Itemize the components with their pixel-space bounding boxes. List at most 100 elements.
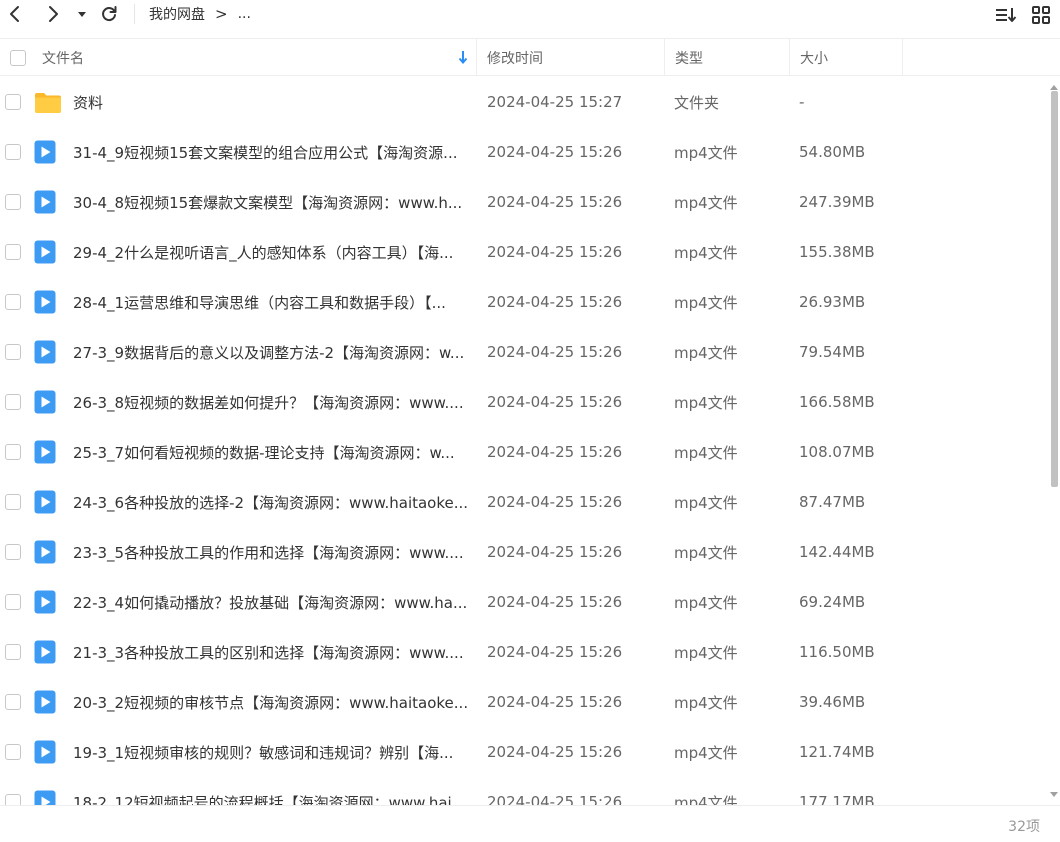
row-checkbox-cell [5,677,21,727]
row-checkbox[interactable] [5,294,21,310]
file-row[interactable]: 25-3_7如何看短视频的数据-理论支持【海淘资源网：w... 2024-04-2… [0,427,1048,477]
row-checkbox-cell [5,527,21,577]
column-header-size-label: 大小 [800,50,828,67]
back-button[interactable] [4,3,26,25]
breadcrumb-more[interactable]: ... [238,6,251,22]
view-mode-button[interactable] [1030,4,1052,26]
file-row[interactable]: 27-3_9数据背后的意义以及调整方法-2【海淘资源网：w... 2024-04-… [0,327,1048,377]
header-select-all-cell [0,39,36,76]
video-file-icon [34,640,56,664]
file-row[interactable]: 18-2_12短视频起号的流程概括【海淘资源网：www.hai... 2024-0… [0,777,1048,805]
file-name[interactable]: 19-3_1短视频审核的规则？敏感词和违规词？辨别【海... [73,727,468,777]
file-modified-time: 2024-04-25 15:26 [487,543,623,561]
sort-button[interactable] [994,4,1018,26]
row-checkbox-cell [5,477,21,527]
file-modified-time: 2024-04-25 15:26 [487,243,623,261]
file-name[interactable]: 22-3_4如何撬动播放？投放基础【海淘资源网：www.ha... [73,577,468,627]
video-file-icon [34,440,56,464]
row-checkbox[interactable] [5,744,21,760]
file-name[interactable]: 资料 [73,77,468,127]
row-checkbox[interactable] [5,644,21,660]
file-icon-cell [34,477,62,527]
file-size: 26.93MB [799,293,866,311]
row-checkbox[interactable] [5,544,21,560]
file-name[interactable]: 21-3_3各种投放工具的区别和选择【海淘资源网：www.... [73,627,468,677]
status-bar: 32项 [0,805,1060,842]
file-row[interactable]: 23-3_5各种投放工具的作用和选择【海淘资源网：www.... 2024-04-… [0,527,1048,577]
scroll-down-arrow-icon[interactable] [1050,791,1058,799]
file-type: mp4文件 [674,443,738,462]
file-name[interactable]: 30-4_8短视频15套爆款文案模型【海淘资源网：www.h... [73,177,468,227]
video-file-icon [34,740,56,764]
row-checkbox-cell [5,327,21,377]
scrollbar-thumb[interactable] [1051,91,1058,487]
file-size: 79.54MB [799,343,866,361]
row-checkbox[interactable] [5,194,21,210]
file-name[interactable]: 18-2_12短视频起号的流程概括【海淘资源网：www.hai... [73,777,468,806]
refresh-button[interactable] [98,3,120,25]
file-icon-cell [34,177,62,227]
breadcrumb: 我的网盘 > ... [149,4,251,24]
row-checkbox[interactable] [5,244,21,260]
row-checkbox[interactable] [5,394,21,410]
file-type: mp4文件 [674,543,738,562]
file-row[interactable]: 30-4_8短视频15套爆款文案模型【海淘资源网：www.h... 2024-04… [0,177,1048,227]
file-name[interactable]: 25-3_7如何看短视频的数据-理论支持【海淘资源网：w... [73,427,468,477]
file-modified-time: 2024-04-25 15:26 [487,693,623,711]
column-header-name-label: 文件名 [42,50,84,67]
select-all-checkbox[interactable] [10,49,26,66]
vertical-scrollbar[interactable] [1048,77,1060,805]
breadcrumb-root[interactable]: 我的网盘 [149,4,205,24]
sort-down-icon [458,51,468,64]
file-modified-time: 2024-04-25 15:26 [487,793,623,805]
row-checkbox[interactable] [5,444,21,460]
file-name[interactable]: 23-3_5各种投放工具的作用和选择【海淘资源网：www.... [73,527,468,577]
file-icon-cell [34,377,62,427]
file-row[interactable]: 22-3_4如何撬动播放？投放基础【海淘资源网：www.ha... 2024-04… [0,577,1048,627]
column-header-type[interactable]: 类型 [664,39,789,76]
row-checkbox[interactable] [5,344,21,360]
file-row[interactable]: 24-3_6各种投放的选择-2【海淘资源网：www.haitaoke... 202… [0,477,1048,527]
file-row[interactable]: 26-3_8短视频的数据差如何提升？【海淘资源网：www.... 2024-04-… [0,377,1048,427]
file-type: mp4文件 [674,793,738,806]
row-checkbox[interactable] [5,794,21,805]
file-name[interactable]: 31-4_9短视频15套文案模型的组合应用公式【海淘资源... [73,127,468,177]
file-row[interactable]: 28-4_1运营思维和导演思维（内容工具和数据手段）【... 2024-04-25… [0,277,1048,327]
column-header-size[interactable]: 大小 [789,39,902,76]
file-name[interactable]: 29-4_2什么是视听语言_人的感知体系（内容工具）【海... [73,227,468,277]
item-count: 32项 [1008,819,1040,835]
file-size: 177.17MB [799,793,875,805]
row-checkbox[interactable] [5,494,21,510]
file-row[interactable]: 29-4_2什么是视听语言_人的感知体系（内容工具）【海... 2024-04-2… [0,227,1048,277]
file-name[interactable]: 26-3_8短视频的数据差如何提升？【海淘资源网：www.... [73,377,468,427]
row-checkbox[interactable] [5,594,21,610]
file-modified-time: 2024-04-25 15:26 [487,343,623,361]
column-header-time[interactable]: 修改时间 [476,39,664,76]
file-name[interactable]: 20-3_2短视频的审核节点【海淘资源网：www.haitaoke... [73,677,468,727]
file-name[interactable]: 27-3_9数据背后的意义以及调整方法-2【海淘资源网：w... [73,327,468,377]
video-file-icon [34,140,56,164]
file-row[interactable]: 19-3_1短视频审核的规则？敏感词和违规词？辨别【海... 2024-04-25… [0,727,1048,777]
file-type: mp4文件 [674,393,738,412]
column-header-name[interactable]: 文件名 [36,39,476,76]
forward-button[interactable] [42,3,64,25]
file-row[interactable]: 资料 2024-04-25 15:27 文件夹 - [0,77,1048,127]
file-type: mp4文件 [674,743,738,762]
breadcrumb-separator: > [215,5,228,23]
file-name[interactable]: 24-3_6各种投放的选择-2【海淘资源网：www.haitaoke... [73,477,468,527]
row-checkbox-cell [5,377,21,427]
file-row[interactable]: 31-4_9短视频15套文案模型的组合应用公式【海淘资源... 2024-04-2… [0,127,1048,177]
scroll-up-arrow-icon[interactable] [1050,83,1058,91]
file-name[interactable]: 28-4_1运营思维和导演思维（内容工具和数据手段）【... [73,277,468,327]
row-checkbox[interactable] [5,144,21,160]
file-type: mp4文件 [674,493,738,512]
file-row[interactable]: 20-3_2短视频的审核节点【海淘资源网：www.haitaoke... 2024… [0,677,1048,727]
history-dropdown-button[interactable] [74,4,90,24]
grid-view-icon [1032,6,1050,24]
row-checkbox[interactable] [5,94,21,110]
row-checkbox-cell [5,177,21,227]
file-list: 资料 2024-04-25 15:27 文件夹 - 31-4_9短视频15套文案模型的组… [0,77,1048,805]
video-file-icon [34,540,56,564]
row-checkbox[interactable] [5,694,21,710]
file-row[interactable]: 21-3_3各种投放工具的区别和选择【海淘资源网：www.... 2024-04-… [0,627,1048,677]
